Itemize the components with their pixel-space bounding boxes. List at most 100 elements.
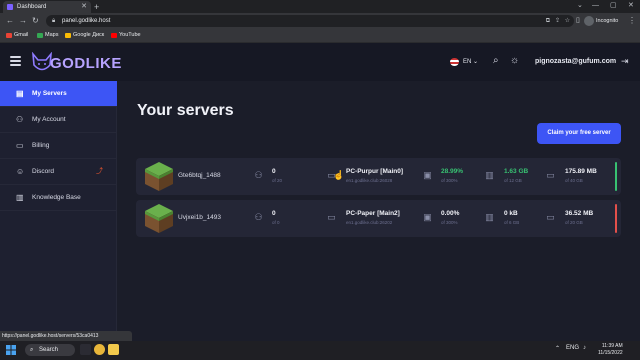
external-link-icon: ⤴ xyxy=(96,168,103,175)
disk-usage: 175.89 MB xyxy=(565,168,597,175)
maximize-icon[interactable]: ▢ xyxy=(610,0,617,12)
server-name: Uvjxei1b_1493 xyxy=(178,214,222,221)
server-card[interactable]: Uvjxei1b_1493 ⚇ 0 of 0 ▭ PC-Paper [Main2… xyxy=(136,200,621,237)
tab-dashboard[interactable]: Dashboard ✕ xyxy=(3,1,91,13)
new-tab-icon[interactable]: + xyxy=(94,1,99,13)
language-indicator[interactable]: ENG xyxy=(566,345,579,351)
sidebar-item-billing[interactable]: ▭ Billing xyxy=(0,133,117,159)
bookmarks-bar: Gmail Maps Google Диск YouTube xyxy=(0,29,640,43)
main-content: Your servers Claim your free server Gte6… xyxy=(117,81,640,341)
share-icon[interactable]: ⇪ xyxy=(555,15,560,27)
taskbar: ⌕ Search ⌃ ENG ♪ 11:39 AM 11/15/2022 xyxy=(0,341,640,360)
address-bar[interactable]: 🔒︎ panel.godlike.host ⧉ ⇪ ☆ xyxy=(46,15,574,27)
task-view-icon[interactable] xyxy=(80,344,91,355)
browser-chrome: Dashboard ✕ + ⌄ — ▢ ✕ ← → ↻ 🔒︎ panel.god… xyxy=(0,0,640,43)
disk-usage: 36.52 MB xyxy=(565,210,594,217)
server-node: PC-Paper [Main2] xyxy=(346,210,400,217)
tab-title: Dashboard xyxy=(17,4,47,10)
ram-usage: 1.63 GB xyxy=(504,168,529,175)
disk-max: of 20 GB xyxy=(565,220,583,225)
ram-max: of 12 GB xyxy=(504,178,522,183)
clock[interactable]: 11:39 AM 11/15/2022 xyxy=(598,343,623,357)
card-icon: ▭ xyxy=(16,141,24,150)
menu-dots-icon[interactable]: ⋮ xyxy=(628,15,636,27)
players-icon: ⚇ xyxy=(254,212,263,222)
disk-max: of 40 GB xyxy=(565,178,583,183)
monitor-icon: ▭ xyxy=(327,212,336,222)
user-email[interactable]: pignozasta@gufum.com xyxy=(535,58,616,65)
link-status-bar: https://panel.godlike.host/servers/53ca0… xyxy=(0,331,132,341)
logout-icon[interactable]: ⇥ xyxy=(621,56,629,67)
us-flag-icon xyxy=(450,58,459,66)
close-tab-icon[interactable]: ✕ xyxy=(81,1,87,13)
ram-usage: 0 kB xyxy=(504,210,518,217)
sidebar-item-discord[interactable]: ☺ Discord ⤴ xyxy=(0,159,117,185)
godlike-favicon-icon xyxy=(7,4,13,10)
server-card[interactable]: Gte6btqj_1488 ⚇ 0 of 20 ☝ ▭ PC-Purpur [M… xyxy=(136,158,621,195)
players-count: 0 xyxy=(272,210,276,217)
sidebar: ▤ My Servers ⚇ My Account ▭ Billing ☺ Di… xyxy=(0,81,117,341)
sidebar-item-knowledge-base[interactable]: ▥ Knowledge Base xyxy=(0,185,117,211)
cpu-max: of 300% xyxy=(441,220,458,225)
drive-icon xyxy=(65,33,71,38)
server-node: PC-Purpur [Main0] xyxy=(346,168,404,175)
file-explorer-icon[interactable] xyxy=(108,344,119,355)
incognito-icon xyxy=(584,16,594,26)
page-title: Your servers xyxy=(137,102,234,119)
claim-free-server-button[interactable]: Claim your free server xyxy=(537,123,621,144)
sidebar-item-my-account[interactable]: ⚇ My Account xyxy=(0,107,117,133)
forward-icon[interactable]: → xyxy=(19,15,27,27)
browser-toolbar: ← → ↻ 🔒︎ panel.godlike.host ⧉ ⇪ ☆ ▯ Inco… xyxy=(0,13,640,29)
back-icon[interactable]: ← xyxy=(6,15,14,27)
app-header: GODLIKE EN ⌄ ⌕ ☼ pignozasta@gufum.com ⇥ xyxy=(0,43,640,81)
cpu-usage: 0.00% xyxy=(441,210,460,217)
cpu-icon: ▣ xyxy=(423,170,432,180)
disk-icon: ▭ xyxy=(546,170,555,180)
search-icon[interactable]: ⌕ xyxy=(493,55,499,66)
taskbar-search[interactable]: ⌕ Search xyxy=(25,344,75,356)
language-selector[interactable]: EN ⌄ xyxy=(450,57,478,67)
youtube-icon xyxy=(111,33,117,38)
minimize-icon[interactable]: — xyxy=(592,0,599,12)
discord-icon: ☺ xyxy=(16,167,25,176)
close-window-icon[interactable]: ✕ xyxy=(628,0,634,12)
players-max: of 0 xyxy=(272,220,280,225)
cpu-icon: ▣ xyxy=(423,212,432,222)
search-icon: ⌕ xyxy=(30,347,34,353)
theme-sun-icon[interactable]: ☼ xyxy=(510,55,519,66)
reload-icon[interactable]: ↻ xyxy=(32,15,39,27)
ram-icon: ▥ xyxy=(485,212,494,222)
chrome-icon[interactable] xyxy=(94,344,105,355)
bookmark-youtube[interactable]: YouTube xyxy=(111,29,141,42)
tray-chevron-icon[interactable]: ⌃ xyxy=(555,345,560,352)
server-name: Gte6btqj_1488 xyxy=(178,172,221,179)
sidebar-item-my-servers[interactable]: ▤ My Servers xyxy=(0,81,117,107)
players-icon: ⚇ xyxy=(254,170,263,180)
hamburger-menu-icon[interactable] xyxy=(10,56,21,66)
tab-strip: Dashboard ✕ + ⌄ — ▢ ✕ xyxy=(0,0,640,13)
ram-icon: ▥ xyxy=(485,170,494,180)
maps-icon xyxy=(37,33,43,38)
volume-icon[interactable]: ♪ xyxy=(583,345,586,351)
sidepanel-icon[interactable]: ▯ xyxy=(576,15,580,27)
monitor-icon: ▭ xyxy=(327,170,336,180)
bookmark-gmail[interactable]: Gmail xyxy=(6,29,28,42)
minecraft-grass-block-icon xyxy=(145,162,173,191)
book-icon: ▥ xyxy=(16,193,24,202)
lock-icon: 🔒︎ xyxy=(52,18,56,24)
minecraft-grass-block-icon xyxy=(145,204,173,233)
players-count: 0 xyxy=(272,168,276,175)
server-address[interactable]: en1.godlike.club:26202 xyxy=(346,220,392,225)
bookmark-drive[interactable]: Google Диск xyxy=(65,29,104,42)
logo-text[interactable]: GODLIKE xyxy=(50,55,122,72)
status-indicator-online xyxy=(615,162,617,191)
translate-icon[interactable]: ⧉ xyxy=(546,15,550,27)
bookmark-star-icon[interactable]: ☆ xyxy=(565,15,570,27)
url-text: panel.godlike.host xyxy=(62,18,111,24)
tab-search-icon[interactable]: ⌄ xyxy=(577,0,583,12)
windows-start-icon[interactable] xyxy=(6,345,16,355)
incognito-badge[interactable]: Incognito xyxy=(584,16,618,26)
server-address[interactable]: en1.godlike.club:26028 xyxy=(346,178,392,183)
ram-max: of 6 GB xyxy=(504,220,520,225)
bookmark-maps[interactable]: Maps xyxy=(37,29,58,42)
